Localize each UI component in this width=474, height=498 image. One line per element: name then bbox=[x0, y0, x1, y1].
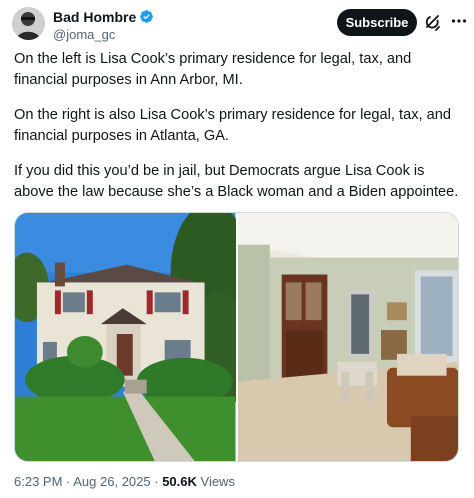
apartment-interior-photo[interactable] bbox=[237, 213, 458, 461]
author-names: Bad Hombre @joma_gc bbox=[53, 8, 154, 42]
tweet-text: On the left is Lisa Cook’s primary resid… bbox=[14, 49, 460, 203]
grok-icon[interactable] bbox=[424, 14, 442, 32]
verified-badge-icon[interactable] bbox=[139, 9, 154, 24]
more-icon[interactable] bbox=[448, 10, 470, 32]
tweet-meta: 6:23 PM · Aug 26, 2025 · 50.6K Views bbox=[14, 474, 235, 489]
meta-separator: · bbox=[150, 474, 163, 489]
tweet-paragraph: On the left is Lisa Cook’s primary resid… bbox=[14, 51, 412, 88]
tweet-paragraph: If you did this you’d be in jail, but De… bbox=[14, 163, 459, 200]
house-exterior-photo[interactable] bbox=[15, 213, 236, 461]
tweet-paragraph: On the right is also Lisa Cook’s primary… bbox=[14, 107, 451, 144]
user-handle[interactable]: @joma_gc bbox=[53, 27, 154, 42]
meta-separator: · bbox=[62, 474, 74, 489]
avatar[interactable] bbox=[12, 7, 45, 40]
subscribe-button[interactable]: Subscribe bbox=[337, 9, 417, 36]
tweet-time[interactable]: 6:23 PM bbox=[14, 474, 62, 489]
tweet-header: Bad Hombre @joma_gc Subscribe bbox=[12, 6, 467, 42]
tweet-media bbox=[14, 212, 459, 462]
tweet-date[interactable]: Aug 26, 2025 bbox=[73, 474, 150, 489]
display-name[interactable]: Bad Hombre bbox=[53, 9, 136, 25]
views-count: 50.6K bbox=[162, 474, 197, 489]
display-name-row: Bad Hombre bbox=[53, 8, 154, 25]
views-label: Views bbox=[196, 474, 235, 489]
